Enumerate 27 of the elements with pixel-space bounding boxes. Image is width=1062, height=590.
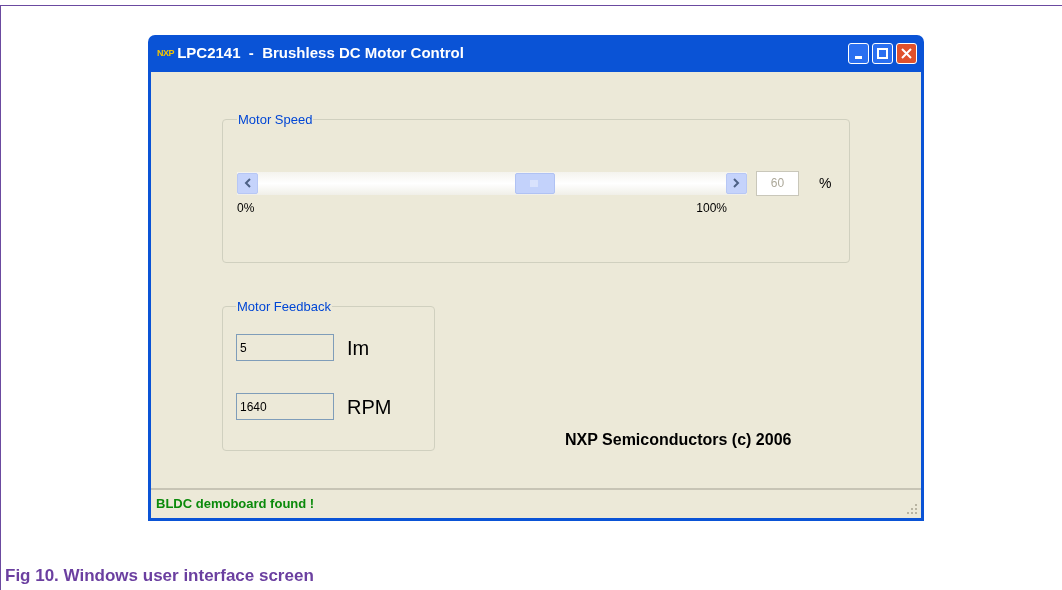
copyright-text: NXP Semiconductors (c) 2006: [565, 430, 792, 450]
resize-grip-icon: [907, 504, 918, 515]
group-title: Motor Speed: [237, 111, 314, 129]
close-icon: [901, 48, 912, 59]
maximize-button[interactable]: [872, 43, 893, 64]
scale-max-label: 100%: [696, 199, 727, 217]
minimize-button[interactable]: [848, 43, 869, 64]
speed-slider[interactable]: [237, 171, 747, 195]
status-text: BLDC demoboard found !: [156, 495, 315, 514]
readout-field[interactable]: 5: [236, 334, 334, 361]
maximize-icon: [877, 48, 888, 59]
figure-caption: Fig 10. Windows user interface screen: [5, 566, 314, 585]
minimize-icon: [855, 56, 862, 59]
readout-field[interactable]: 1640: [236, 393, 334, 420]
slider-thumb[interactable]: [514, 172, 555, 194]
close-button[interactable]: [896, 43, 917, 64]
window-title: LPC2141 - Brushless DC Motor Control: [177, 43, 464, 64]
group-title: Motor Feedback: [236, 298, 332, 316]
unit-label: Im: [347, 335, 370, 361]
percent-unit: %: [819, 173, 832, 193]
app-logo: NXP: [157, 46, 175, 60]
scale-min-label: 0%: [237, 199, 255, 217]
chevron-left-icon: [244, 178, 251, 188]
scroll-left-button[interactable]: [237, 172, 258, 194]
unit-label: RPM: [347, 394, 392, 420]
chevron-right-icon: [733, 178, 740, 188]
scroll-right-button[interactable]: [726, 172, 747, 194]
